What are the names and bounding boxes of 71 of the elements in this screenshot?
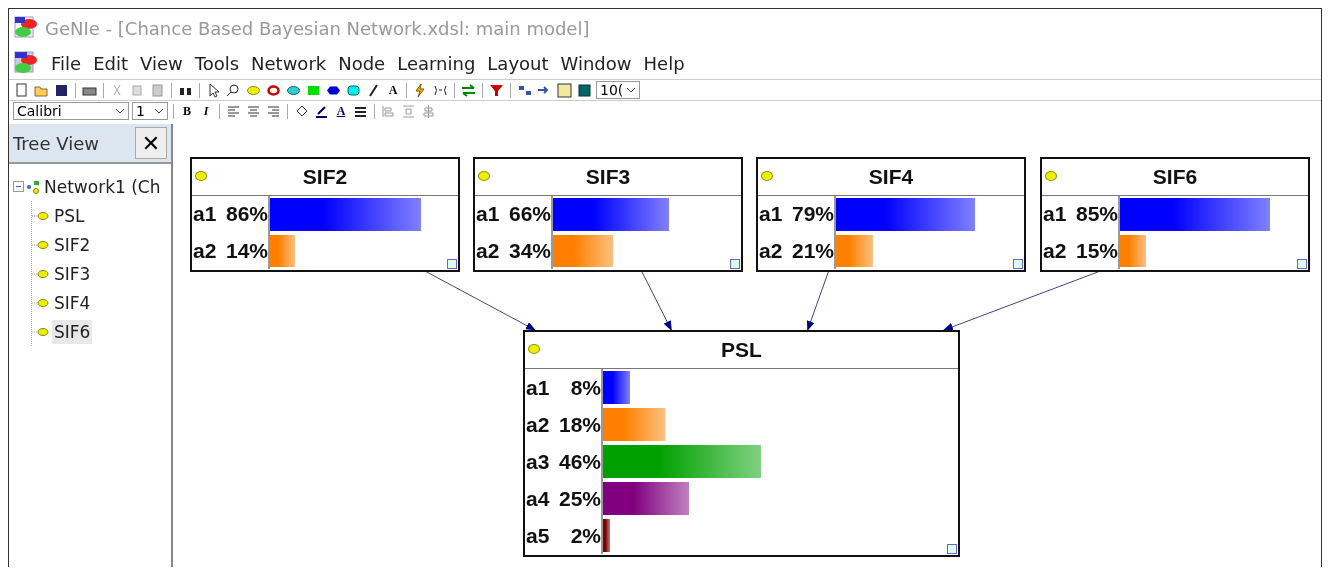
menu-item[interactable]: View xyxy=(140,52,183,74)
tree-item[interactable]: SIF6 xyxy=(52,319,93,344)
menu-item[interactable]: Learning xyxy=(397,52,476,74)
caret-icon xyxy=(626,86,636,94)
node-title: SIF4 xyxy=(868,165,914,189)
font-dropdown[interactable]: Calibri xyxy=(13,102,129,120)
node-status-icon xyxy=(761,171,773,181)
state-label: a4 25% xyxy=(525,485,601,512)
menu-item[interactable]: Window xyxy=(560,52,632,74)
zoom-dropdown[interactable]: 10( xyxy=(596,81,640,99)
state-label: a2 14% xyxy=(192,237,268,264)
window-title: GeNIe - [Chance Based Bayesian Network.xdsl: main model] xyxy=(45,17,590,39)
menu-item[interactable]: Layout xyxy=(487,52,549,74)
state-label: a1 86% xyxy=(192,201,268,228)
menu-item[interactable]: Edit xyxy=(93,52,128,74)
checkbox-icon xyxy=(1013,259,1023,269)
font-size-dropdown[interactable]: 1 xyxy=(132,102,168,120)
state-label: a1 8% xyxy=(525,374,601,401)
node-title: SIF2 xyxy=(302,165,348,189)
node-status-icon xyxy=(478,171,490,181)
tree-item[interactable]: PSL xyxy=(52,203,87,228)
bold-button[interactable]: B xyxy=(179,102,195,120)
tree-item[interactable]: SIF2 xyxy=(52,232,93,257)
checkbox-icon xyxy=(447,259,457,269)
node-title: SIF3 xyxy=(585,165,631,189)
panel-title: Tree View xyxy=(13,132,99,154)
node-card[interactable]: SIF6 a1 85% a2 15% xyxy=(1040,157,1310,272)
state-label: a2 34% xyxy=(475,237,551,264)
node-title: PSL xyxy=(721,338,762,362)
state-label: a1 85% xyxy=(1042,201,1118,228)
node-card[interactable]: SIF4 a1 79% a2 21% xyxy=(756,157,1026,272)
node-status-icon xyxy=(528,344,540,354)
menu-item[interactable]: Help xyxy=(643,52,685,74)
app-logo-icon xyxy=(13,15,39,41)
arc-arrow xyxy=(806,269,830,331)
menu-item[interactable]: File xyxy=(51,52,82,74)
node-status-icon xyxy=(195,171,207,181)
italic-button[interactable]: I xyxy=(198,102,214,120)
caret-icon xyxy=(115,107,125,115)
checkbox-icon xyxy=(1297,259,1307,269)
menu-item[interactable]: Node xyxy=(338,52,386,74)
tree-item[interactable]: Network1 (Ch xyxy=(42,174,163,199)
state-label: a1 66% xyxy=(475,201,551,228)
menu-item[interactable]: Tools xyxy=(194,52,240,74)
checkbox-icon xyxy=(730,259,740,269)
state-label: a2 18% xyxy=(525,411,601,438)
arc-arrow xyxy=(640,269,672,331)
node-card[interactable]: PSL a1 8% a2 18% a3 46% a4 25% a5 2% xyxy=(523,330,960,557)
node-status-icon xyxy=(1045,171,1057,181)
tree-item[interactable]: SIF3 xyxy=(52,261,93,286)
close-button[interactable]: ✕ xyxy=(135,127,167,159)
checkbox-icon xyxy=(947,544,957,554)
arrows-icon[interactable] xyxy=(460,81,477,99)
document-icon[interactable] xyxy=(13,50,39,76)
state-label: a2 21% xyxy=(758,237,834,264)
state-label: a3 46% xyxy=(525,448,601,475)
node-title: SIF6 xyxy=(1152,165,1198,189)
node-card[interactable]: SIF3 a1 66% a2 34% xyxy=(473,157,743,272)
magnifier-icon[interactable] xyxy=(225,81,242,99)
network-icon xyxy=(26,179,40,194)
menu-item[interactable]: Network xyxy=(251,52,327,74)
state-label: a1 79% xyxy=(758,201,834,228)
tree-item[interactable]: SIF4 xyxy=(52,290,93,315)
text-tool-button[interactable]: A xyxy=(385,81,401,99)
page-icon[interactable] xyxy=(13,81,30,99)
state-label: a2 15% xyxy=(1042,237,1118,264)
caret-icon xyxy=(154,107,164,115)
collapse-icon[interactable] xyxy=(13,181,24,192)
node-card[interactable]: SIF2 a1 86% a2 14% xyxy=(190,157,460,272)
state-label: a5 2% xyxy=(525,522,601,549)
font-color-button[interactable]: A xyxy=(333,102,349,120)
